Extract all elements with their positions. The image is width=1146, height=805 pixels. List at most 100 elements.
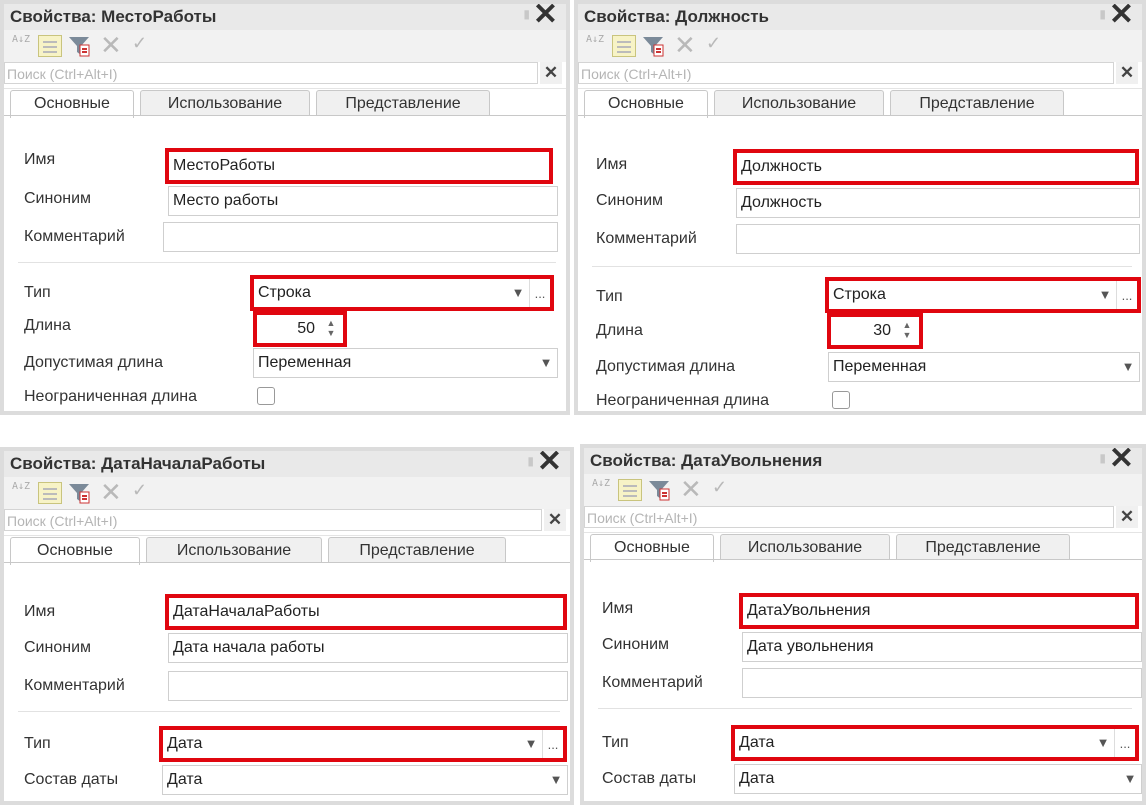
pin-icon[interactable]: ▮ bbox=[527, 454, 534, 468]
dropdown-icon[interactable]: ▼ bbox=[521, 730, 541, 758]
length-field[interactable]: 50 ▲ ▼ bbox=[253, 311, 347, 347]
tab-view[interactable]: Представление bbox=[896, 534, 1070, 560]
search-row: Поиск (Ctrl+Alt+I) ✕ bbox=[4, 509, 570, 536]
search-input[interactable]: Поиск (Ctrl+Alt+I) bbox=[4, 62, 538, 84]
name-field[interactable]: ДатаНачалаРаботы bbox=[165, 594, 567, 630]
pin-icon[interactable]: ▮ bbox=[523, 7, 530, 21]
unlimited-length-checkbox[interactable] bbox=[832, 391, 850, 409]
close-icon[interactable]: ✕ bbox=[537, 451, 562, 477]
search-input[interactable]: Поиск (Ctrl+Alt+I) bbox=[4, 509, 542, 531]
label-allowed-length: Допустимая длина bbox=[24, 354, 164, 371]
separator bbox=[598, 708, 1132, 709]
dropdown-icon[interactable]: ▼ bbox=[1119, 765, 1141, 793]
label-type: Тип bbox=[24, 735, 51, 752]
name-field[interactable]: ДатаУвольнения bbox=[739, 593, 1139, 629]
search-clear-icon[interactable]: ✕ bbox=[1116, 506, 1138, 528]
tree-view-icon[interactable] bbox=[38, 35, 62, 57]
synonym-field[interactable]: Дата начала работы bbox=[168, 633, 568, 663]
tab-usage[interactable]: Использование bbox=[146, 537, 322, 563]
delete-icon[interactable]: ✕ bbox=[674, 30, 696, 60]
allowed-length-select[interactable]: Переменная ▼ bbox=[253, 348, 558, 378]
length-field[interactable]: 30 ▲ ▼ bbox=[827, 313, 923, 349]
date-composition-select[interactable]: Дата ▼ bbox=[162, 765, 568, 795]
sort-alphabet-icon[interactable]: A↓Z bbox=[592, 479, 614, 501]
spin-down-icon[interactable]: ▼ bbox=[903, 330, 912, 340]
more-icon[interactable]: ... bbox=[1114, 729, 1135, 757]
more-icon[interactable]: ... bbox=[529, 279, 550, 307]
dropdown-icon[interactable]: ▼ bbox=[508, 279, 528, 307]
unlimited-length-checkbox[interactable] bbox=[257, 387, 275, 405]
label-name: Имя bbox=[602, 600, 634, 617]
dropdown-icon[interactable]: ▼ bbox=[1117, 353, 1139, 381]
search-clear-icon[interactable]: ✕ bbox=[540, 62, 562, 84]
search-input[interactable]: Поиск (Ctrl+Alt+I) bbox=[578, 62, 1114, 84]
delete-icon[interactable]: ✕ bbox=[100, 477, 122, 507]
tab-usage[interactable]: Использование bbox=[720, 534, 890, 560]
filter-icon[interactable] bbox=[642, 35, 664, 57]
comment-field[interactable] bbox=[742, 668, 1142, 698]
spin-icon[interactable]: ▲ ▼ bbox=[901, 320, 913, 340]
comment-field[interactable] bbox=[168, 671, 568, 701]
tree-view-icon[interactable] bbox=[612, 35, 636, 57]
delete-icon[interactable]: ✕ bbox=[680, 474, 702, 504]
more-icon[interactable]: ... bbox=[542, 730, 563, 758]
label-name: Имя bbox=[24, 151, 56, 168]
label-synonym: Синоним bbox=[24, 190, 91, 207]
search-clear-icon[interactable]: ✕ bbox=[1116, 62, 1138, 84]
dropdown-icon[interactable]: ▼ bbox=[1093, 729, 1113, 757]
dropdown-icon[interactable]: ▼ bbox=[1095, 281, 1115, 309]
type-field[interactable]: Дата ▼ ... bbox=[159, 726, 567, 762]
spin-down-icon[interactable]: ▼ bbox=[327, 328, 336, 338]
tree-view-icon[interactable] bbox=[38, 482, 62, 504]
tab-view[interactable]: Представление bbox=[890, 90, 1064, 116]
date-composition-value: Дата bbox=[739, 770, 775, 787]
check-icon[interactable]: ✓ bbox=[132, 480, 154, 502]
tab-main[interactable]: Основные bbox=[590, 534, 714, 562]
delete-icon[interactable]: ✕ bbox=[100, 30, 122, 60]
label-synonym: Синоним bbox=[24, 639, 91, 656]
allowed-length-select[interactable]: Переменная ▼ bbox=[828, 352, 1140, 382]
type-field[interactable]: Дата ▼ ... bbox=[731, 725, 1139, 761]
close-icon[interactable]: ✕ bbox=[1109, 448, 1134, 474]
check-icon[interactable]: ✓ bbox=[712, 477, 734, 499]
tab-main[interactable]: Основные bbox=[10, 90, 134, 118]
spin-icon[interactable]: ▲ ▼ bbox=[325, 318, 337, 338]
more-icon[interactable]: ... bbox=[1116, 281, 1137, 309]
type-field[interactable]: Строка ▼ ... bbox=[250, 275, 554, 311]
type-field[interactable]: Строка ▼ ... bbox=[825, 277, 1141, 313]
synonym-field[interactable]: Должность bbox=[736, 188, 1140, 218]
tab-view[interactable]: Представление bbox=[316, 90, 490, 116]
comment-field[interactable] bbox=[736, 224, 1140, 254]
name-field[interactable]: Должность bbox=[733, 149, 1139, 185]
dropdown-icon[interactable]: ▼ bbox=[545, 766, 567, 794]
spin-up-icon[interactable]: ▲ bbox=[327, 318, 336, 328]
name-field[interactable]: МестоРаботы bbox=[165, 148, 553, 184]
close-icon[interactable]: ✕ bbox=[533, 4, 558, 30]
check-icon[interactable]: ✓ bbox=[132, 33, 154, 55]
pin-icon[interactable]: ▮ bbox=[1099, 451, 1106, 465]
synonym-field[interactable]: Дата увольнения bbox=[742, 632, 1142, 662]
pin-icon[interactable]: ▮ bbox=[1099, 7, 1106, 21]
tab-usage[interactable]: Использование bbox=[140, 90, 310, 116]
tab-view[interactable]: Представление bbox=[328, 537, 506, 563]
search-input[interactable]: Поиск (Ctrl+Alt+I) bbox=[584, 506, 1114, 528]
filter-icon[interactable] bbox=[68, 35, 90, 57]
properties-panel-datanachalaraboty: Свойства: ДатаНачалаРаботы ▮ ✕ A↓Z ✕ ✓ П… bbox=[0, 447, 574, 805]
filter-icon[interactable] bbox=[68, 482, 90, 504]
close-icon[interactable]: ✕ bbox=[1109, 4, 1134, 30]
dropdown-icon[interactable]: ▼ bbox=[535, 349, 557, 377]
search-clear-icon[interactable]: ✕ bbox=[544, 509, 566, 531]
comment-field[interactable] bbox=[163, 222, 558, 252]
sort-alphabet-icon[interactable]: A↓Z bbox=[12, 35, 34, 57]
date-composition-select[interactable]: Дата ▼ bbox=[734, 764, 1142, 794]
check-icon[interactable]: ✓ bbox=[706, 33, 728, 55]
sort-alphabet-icon[interactable]: A↓Z bbox=[586, 35, 608, 57]
synonym-field[interactable]: Место работы bbox=[168, 186, 558, 216]
spin-up-icon[interactable]: ▲ bbox=[903, 320, 912, 330]
tab-main[interactable]: Основные bbox=[584, 90, 708, 118]
tree-view-icon[interactable] bbox=[618, 479, 642, 501]
sort-alphabet-icon[interactable]: A↓Z bbox=[12, 482, 34, 504]
filter-icon[interactable] bbox=[648, 479, 670, 501]
tab-usage[interactable]: Использование bbox=[714, 90, 884, 116]
tab-main[interactable]: Основные bbox=[10, 537, 140, 565]
